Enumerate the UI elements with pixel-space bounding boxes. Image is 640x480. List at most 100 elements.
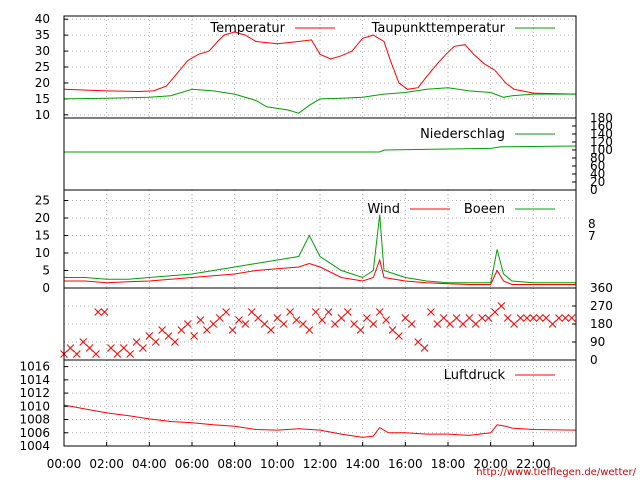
panel-precipitation: 020406080100120140160180Niederschlag [63, 111, 613, 197]
direction-marker [66, 344, 75, 352]
direction-marker [439, 314, 448, 322]
x-tick-label: 12:00 [303, 457, 338, 471]
y-tick-label: 15 [35, 92, 50, 106]
y-tick-label: 25 [35, 194, 50, 208]
y-tick-label: 40 [35, 12, 50, 26]
direction-marker [113, 350, 122, 358]
y-tick-label: 5 [42, 264, 50, 278]
y-tick-label: 1008 [19, 413, 50, 427]
direction-marker [158, 326, 166, 334]
direction-marker [126, 350, 134, 358]
direction-marker [235, 316, 243, 324]
legend-label: Wind [367, 202, 400, 217]
direction-marker [247, 308, 256, 316]
legend-label: Niederschlag [420, 127, 505, 142]
y-tick-label: 1004 [19, 439, 50, 453]
direction-marker [139, 344, 147, 352]
series-wind-line [64, 258, 576, 285]
x-tick-label: 00:00 [47, 457, 82, 471]
direction-marker [484, 314, 493, 322]
legend-label: Boeen [464, 202, 505, 217]
series-boeen-line [64, 214, 576, 284]
direction-marker [254, 314, 262, 322]
y-tick-label: 360 [590, 281, 613, 295]
direction-marker [561, 314, 570, 322]
direction-marker [119, 344, 128, 352]
x-tick-label: 02:00 [89, 457, 124, 471]
legend-label: Taupunkttemperatur [371, 21, 506, 36]
direction-marker [567, 314, 576, 322]
direction-marker [433, 320, 442, 328]
direction-marker [132, 338, 141, 346]
direction-marker [292, 316, 301, 324]
direction-marker [420, 344, 429, 352]
y-tick-label: 1014 [19, 373, 50, 387]
right-tick-label: 8 [588, 217, 596, 231]
direction-marker [209, 320, 218, 328]
direction-marker [164, 332, 173, 340]
direction-marker [92, 350, 100, 358]
y-tick-label: 1010 [19, 399, 50, 413]
y-tick-label: 1012 [19, 386, 50, 400]
x-tick-label: 18:00 [431, 457, 466, 471]
direction-marker [260, 320, 269, 328]
direction-marker [535, 314, 544, 322]
right-tick-label: 7 [588, 229, 596, 243]
direction-marker [356, 326, 365, 334]
direction-marker [337, 314, 346, 322]
direction-marker [222, 308, 230, 316]
panel-wind-direction: 0 90 180 270 360 [60, 281, 613, 367]
y-tick-label: 10 [35, 246, 50, 260]
y-tick-label: 180 [590, 317, 613, 331]
x-tick-label: 16:00 [388, 457, 423, 471]
y-tick-label: 20 [35, 76, 50, 90]
legend-label: Temperatur [209, 21, 285, 36]
x-tick-label: 08:00 [217, 457, 252, 471]
direction-marker [382, 316, 390, 324]
direction-marker [267, 326, 275, 334]
direction-marker [465, 314, 474, 322]
direction-marker [369, 320, 378, 328]
direction-marker [177, 326, 186, 334]
direction-marker [196, 316, 205, 324]
direction-marker [183, 320, 192, 328]
direction-marker [491, 308, 499, 316]
direction-marker [145, 332, 154, 340]
panel-wind: 0 5 10 15 20 25 78 Wind Boeen [35, 189, 596, 295]
direction-marker [203, 326, 211, 334]
direction-marker [375, 308, 384, 316]
direction-marker [503, 314, 512, 322]
y-tick-label: 10 [35, 108, 50, 122]
panel-pressure: 1004100610081010101210141016 Luftdruck [19, 359, 577, 453]
y-tick-label: 1006 [19, 426, 50, 440]
direction-marker [72, 350, 81, 358]
y-tick-label: 15 [35, 229, 50, 243]
direction-marker [94, 308, 102, 316]
direction-marker [452, 314, 461, 322]
direction-marker [241, 320, 250, 328]
x-tick-label: 14:00 [345, 457, 380, 471]
weather-chart: 10 15 20 25 30 35 40 Temperatur Taupunkttemperat… [19, 12, 636, 478]
y-tick-label: 35 [35, 28, 50, 42]
direction-marker [324, 308, 333, 316]
direction-marker [85, 344, 94, 352]
credit-url: http://www.tiefflegen.de/wetter/ [476, 467, 636, 478]
direction-marker [107, 344, 115, 352]
direction-marker [548, 320, 557, 328]
legend-label: Luftdruck [444, 368, 506, 383]
chart-panels: 10 15 20 25 30 35 40 Temperatur Taupunkttemperat… [19, 12, 612, 453]
y-tick-label: 1016 [19, 360, 50, 374]
direction-marker [395, 332, 403, 340]
direction-marker [497, 302, 506, 310]
direction-marker [215, 314, 224, 322]
y-tick-label: 20 [35, 211, 50, 225]
y-tick-label: 270 [590, 299, 613, 313]
direction-marker [478, 314, 486, 322]
direction-marker [427, 308, 435, 316]
x-tick-label: 06:00 [175, 457, 210, 471]
direction-marker [279, 320, 288, 328]
direction-marker [555, 314, 563, 322]
direction-marker [151, 338, 160, 346]
direction-marker [516, 314, 525, 322]
y-tick-label: 90 [590, 335, 605, 349]
